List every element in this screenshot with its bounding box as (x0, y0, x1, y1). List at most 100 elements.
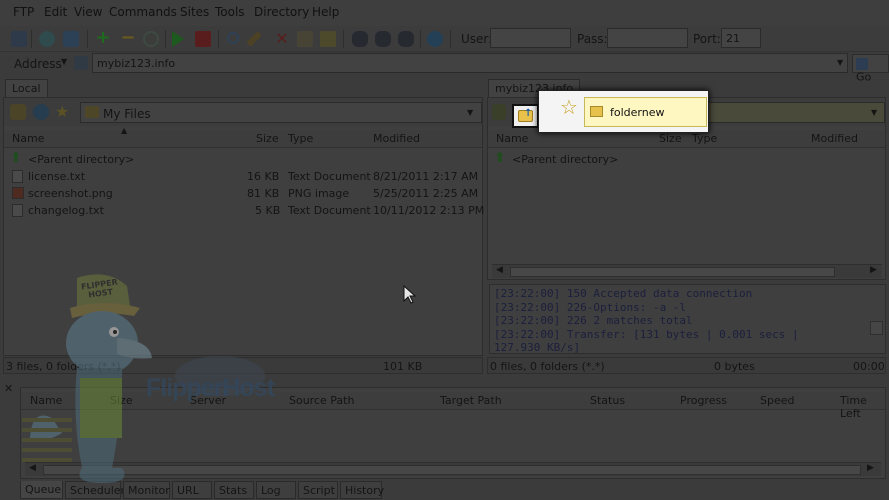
toolbar-separator (420, 30, 421, 48)
refresh-icon[interactable] (33, 104, 49, 120)
folder-icon (590, 106, 603, 117)
tab-history[interactable]: History (340, 481, 384, 499)
toolbar-separator (343, 30, 344, 48)
star-icon[interactable]: ☆ (556, 94, 582, 120)
parent-arrow-icon: ⬆ (494, 150, 506, 166)
pass-label: Pass: (577, 32, 608, 46)
port-input[interactable]: 21 (721, 28, 761, 48)
remote-folder-field[interactable]: foldernew (584, 97, 707, 127)
chevron-down-icon[interactable]: ▼ (61, 57, 67, 66)
column-type[interactable]: Type (288, 132, 313, 145)
local-folder-select[interactable]: My Files ▼ (80, 102, 482, 123)
globe-icon[interactable] (427, 31, 443, 47)
file-size: 16 KB (247, 170, 280, 183)
tools-icon[interactable] (492, 104, 506, 120)
scroll-left-icon[interactable]: ◀ (496, 265, 503, 275)
tab-url[interactable]: URL (172, 481, 212, 499)
list-item[interactable]: ⬆ <Parent directory> (488, 150, 885, 168)
column-size[interactable]: Size (256, 132, 279, 145)
folder-icon[interactable] (320, 31, 336, 47)
toolbar-separator (87, 30, 88, 48)
upload-folder-button[interactable]: ↑ (512, 104, 539, 128)
log-line: 127.930 KB/s] (494, 341, 581, 354)
go-icon (856, 58, 868, 70)
column-progress[interactable]: Progress (680, 394, 727, 407)
add-icon[interactable]: + (95, 29, 111, 47)
text-file-icon (12, 170, 23, 183)
remote-horizontal-scrollbar[interactable]: ◀ ▶ (492, 264, 882, 278)
log-line: [23:22:00] Transfer: [131 bytes | 0.001 … (494, 327, 799, 341)
chevron-down-icon[interactable]: ▼ (871, 108, 877, 117)
close-icon[interactable]: ✕ (4, 382, 13, 395)
dolphin-mascot-icon (22, 274, 152, 483)
settings-icon[interactable] (39, 31, 55, 47)
delete-icon[interactable]: ✕ (274, 31, 290, 47)
table-row[interactable]: license.txt 16 KB Text Document 8/21/201… (4, 168, 482, 185)
star-icon[interactable]: ★ (55, 102, 69, 121)
menu-tools[interactable]: Tools (215, 5, 245, 19)
local-folder-name: My Files (103, 107, 151, 121)
disconnect-icon[interactable] (63, 31, 79, 47)
go-button[interactable]: Go (852, 54, 889, 84)
address-input[interactable]: mybiz123.info (92, 53, 848, 73)
column-modified[interactable]: Modified (373, 132, 420, 145)
column-speed[interactable]: Speed (760, 394, 794, 407)
column-time-left[interactable]: Time Left (840, 394, 885, 420)
column-target-path[interactable]: Target Path (440, 394, 502, 407)
column-status[interactable]: Status (590, 394, 625, 407)
file-name: license.txt (28, 170, 86, 183)
menu-directory[interactable]: Directory (254, 5, 309, 19)
tab-stats[interactable]: Stats (214, 481, 254, 499)
tab-log[interactable]: Log (256, 481, 296, 499)
log-scrollbar-thumb[interactable] (870, 321, 883, 335)
menu-sites[interactable]: Sites (180, 5, 209, 19)
mouse-cursor-icon (403, 285, 417, 304)
connect-icon[interactable] (11, 31, 27, 47)
up-folder-icon[interactable] (10, 104, 26, 120)
binoculars-next-icon[interactable] (375, 31, 391, 47)
rename-icon[interactable] (297, 31, 313, 47)
play-icon[interactable] (172, 31, 184, 47)
scrollbar-thumb[interactable] (510, 267, 835, 277)
scroll-right-icon[interactable]: ▶ (867, 463, 874, 473)
column-type[interactable]: Type (692, 132, 717, 145)
tab-script[interactable]: Script (298, 481, 338, 499)
table-row[interactable]: screenshot.png 81 KB PNG image 5/25/2011… (4, 185, 482, 202)
binoculars-icon[interactable] (352, 31, 368, 47)
column-size[interactable]: Size (659, 132, 682, 145)
file-size: 81 KB (247, 187, 280, 200)
menu-edit[interactable]: Edit (44, 5, 67, 19)
menu-view[interactable]: View (74, 5, 102, 19)
column-modified[interactable]: Modified (811, 132, 858, 145)
local-nav-bar: ★ My Files ▼ (4, 98, 482, 126)
scroll-right-icon[interactable]: ▶ (870, 265, 877, 275)
list-item[interactable]: ⬆ <Parent directory> (4, 150, 482, 168)
menu-commands[interactable]: Commands (109, 5, 177, 19)
chevron-down-icon[interactable]: ▼ (467, 108, 473, 117)
address-dropdown-icon[interactable]: ▼ (837, 58, 843, 67)
binoculars-prev-icon[interactable] (398, 31, 414, 47)
port-label: Port: (693, 32, 721, 46)
remote-status-bar: 0 files, 0 folders (*.*) 0 bytes 00:00 (487, 357, 886, 374)
pencil-icon[interactable] (246, 31, 262, 47)
column-name[interactable]: Name (12, 132, 44, 145)
local-column-header: Name ▲ Size Type Modified (4, 126, 482, 148)
menu-ftp[interactable]: FTP (13, 5, 34, 19)
clock-icon[interactable] (143, 31, 159, 47)
scrollbar-thumb[interactable] (43, 465, 861, 475)
toolbar-separator (218, 30, 219, 48)
search-icon[interactable] (227, 32, 239, 44)
pass-input[interactable] (607, 28, 688, 48)
stop-icon[interactable] (195, 31, 211, 47)
file-size: 5 KB (255, 204, 281, 217)
column-name[interactable]: Name (496, 132, 528, 145)
table-row[interactable]: changelog.txt 5 KB Text Document 10/11/2… (4, 202, 484, 219)
toolbar-separator (31, 30, 32, 48)
column-source-path[interactable]: Source Path (289, 394, 354, 407)
remove-icon[interactable]: − (120, 29, 136, 47)
user-input[interactable] (490, 28, 571, 48)
tab-local[interactable]: Local (5, 79, 48, 97)
menu-bar: FTP Edit View Commands Sites Tools Direc… (0, 0, 889, 26)
menu-help[interactable]: Help (312, 5, 339, 19)
address-label[interactable]: Address (14, 57, 62, 71)
